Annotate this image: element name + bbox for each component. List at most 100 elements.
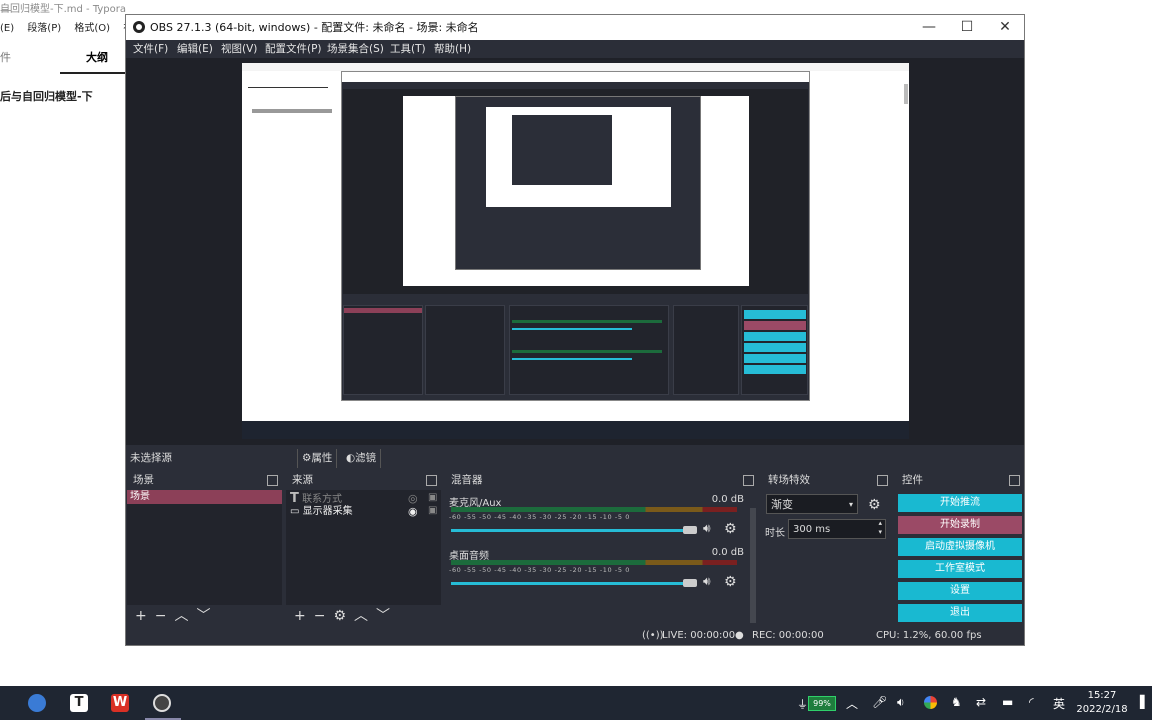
source-item[interactable]: ▭ 显示器采集 (290, 505, 353, 518)
nested-slider-1 (512, 328, 632, 330)
close-button[interactable]: ✕ (986, 15, 1024, 40)
move-down-button[interactable]: ﹀ (196, 608, 210, 624)
hidden-eye-icon[interactable]: ◎ (408, 492, 418, 505)
volume-slider-handle[interactable] (683, 526, 697, 534)
keyboard-icon[interactable]: ▬ (1002, 695, 1013, 709)
float-icon[interactable] (1009, 475, 1020, 486)
battery-indicator[interactable]: 99% (808, 696, 836, 711)
tab-outline[interactable]: 大纲 (86, 44, 108, 72)
menu-view[interactable]: 视图(V) (221, 40, 257, 58)
tab-underline (60, 72, 125, 74)
chevron-up-icon[interactable]: ︿ (846, 695, 858, 712)
exit-button[interactable]: 退出 (898, 604, 1022, 622)
gear-icon[interactable]: ⚙ (724, 521, 737, 537)
settings-button[interactable]: 设置 (898, 582, 1022, 600)
nested-obs-window-2 (455, 96, 701, 270)
filters-button[interactable]: ◐滤镜 (342, 449, 382, 468)
gear-icon[interactable]: ⚙ (724, 574, 737, 590)
scene-item[interactable]: 场景 (127, 490, 282, 504)
preview-area[interactable] (126, 58, 1024, 445)
start-recording-button[interactable]: 开始录制 (898, 516, 1022, 534)
minimize-button[interactable]: — (910, 15, 948, 40)
maximize-button[interactable]: ☐ (948, 15, 986, 40)
nested-scenes (343, 305, 423, 395)
windows-taskbar: T W 99% ⏚ ︿ 🎤︎ 🔉︎ ♞ ⇄ ▬ ◜ 英 15:27 2022/2… (0, 686, 1152, 720)
speaker-icon[interactable]: 🔊︎ (703, 574, 711, 589)
studio-mode-button[interactable]: 工作室模式 (898, 560, 1022, 578)
menu-tools[interactable]: 工具(T) (390, 40, 426, 58)
status-bar: ((•)) LIVE: 00:00:00 ● REC: 00:00:00 CPU… (126, 627, 1024, 645)
ime-indicator[interactable]: 英 (1053, 695, 1065, 712)
clock-time: 15:27 (1087, 690, 1117, 701)
volume-slider[interactable] (451, 582, 697, 585)
properties-label: 属性 (311, 452, 333, 464)
menu-file[interactable]: 文件(F) (133, 40, 168, 58)
taskbar-clock[interactable]: 15:27 2022/2/18 (1070, 689, 1134, 717)
sources-dock: 来源 T 联系方式 ▭ 显示器采集 ◎ ▣ ◉ ▣ + − ⚙ ︿ ﹀ (286, 472, 441, 627)
volume-slider-handle[interactable] (683, 579, 697, 587)
float-icon[interactable] (267, 475, 278, 486)
menu-scene-collection[interactable]: 场景集合(S) (327, 40, 384, 58)
notification-icon[interactable]: ▌ (1140, 695, 1149, 709)
typora-icon[interactable]: T (70, 694, 88, 712)
tab-files[interactable]: 件 (0, 44, 11, 72)
speaker-icon[interactable]: 🔊︎ (703, 521, 711, 536)
monitor-icon: ▭ (290, 506, 300, 517)
add-source-button[interactable]: + (294, 608, 306, 624)
volume-slider[interactable] (451, 529, 697, 532)
move-up-button[interactable]: ︿ (354, 608, 368, 624)
menu-profile[interactable]: 配置文件(P) (265, 40, 322, 58)
start-virtual-camera-button[interactable]: 启动虚拟摄像机 (898, 538, 1022, 556)
outline-item[interactable]: 后与自回归模型-下 (0, 88, 93, 104)
microphone-icon[interactable]: 🎤︎ (872, 695, 887, 709)
move-up-button[interactable]: ︿ (174, 608, 188, 624)
chrome-tray-icon[interactable] (924, 696, 937, 709)
chevron-down-icon: ▾ (848, 500, 853, 509)
duration-label: 时长 (765, 528, 785, 539)
obs-window-title: OBS 27.1.3 (64-bit, windows) - 配置文件: 未命名… (150, 21, 479, 34)
chat-app-icon[interactable] (28, 694, 46, 712)
lock-icon[interactable]: ▣ (428, 492, 437, 503)
clock-date: 2022/2/18 (1076, 704, 1128, 715)
nested-btn (744, 343, 806, 352)
float-icon[interactable] (426, 475, 437, 486)
source-item[interactable]: T 联系方式 (290, 492, 342, 505)
menu-help[interactable]: 帮助(H) (434, 40, 471, 58)
move-down-button[interactable]: ﹀ (376, 608, 390, 624)
transition-select[interactable]: 渐变 ▾ (766, 494, 858, 514)
add-scene-button[interactable]: + (135, 608, 147, 624)
start-streaming-button[interactable]: 开始推流 (898, 494, 1022, 512)
app-tray-icon[interactable]: ♞ (951, 695, 962, 709)
float-icon[interactable] (877, 475, 888, 486)
nested-obs-window-3 (512, 115, 612, 185)
spin-arrows-icon[interactable]: ▴ ▾ (878, 519, 882, 537)
text-source-icon: T (290, 491, 299, 506)
remove-source-button[interactable]: − (314, 608, 326, 624)
volume-icon[interactable]: 🔉︎ (897, 695, 905, 710)
menu-edit[interactable]: 编辑(E) (177, 40, 213, 58)
source-properties-gear-icon[interactable]: ⚙ (333, 608, 346, 624)
eye-icon[interactable]: ◉ (408, 505, 418, 518)
nested-screen (403, 96, 749, 286)
nested-docks (343, 297, 808, 397)
volume-meter (451, 507, 737, 512)
transitions-title: 转场特效 (768, 474, 810, 486)
preview-scroll-handle[interactable] (904, 84, 908, 104)
float-icon[interactable] (743, 475, 754, 486)
typora-menu-edit[interactable]: (E) (0, 23, 14, 34)
nested-preview (343, 89, 808, 294)
duration-spinbox[interactable]: 300 ms ▴ ▾ (788, 519, 886, 539)
gear-icon[interactable]: ⚙ (868, 497, 881, 513)
lock-icon[interactable]: ▣ (428, 505, 437, 516)
mixer-scrollbar[interactable] (750, 508, 756, 623)
nested-btn (744, 354, 806, 363)
typora-menu-paragraph[interactable]: 段落(P) (27, 23, 61, 34)
typora-menu-format[interactable]: 格式(O) (74, 23, 110, 34)
sources-title: 来源 (292, 474, 313, 486)
remove-scene-button[interactable]: − (155, 608, 167, 624)
wifi-icon[interactable]: ◜ (1029, 695, 1034, 709)
obs-taskbar-icon[interactable] (153, 694, 171, 712)
network-switch-icon[interactable]: ⇄ (976, 695, 986, 709)
properties-button[interactable]: ⚙属性 (297, 449, 338, 468)
wps-icon[interactable]: W (111, 694, 129, 712)
